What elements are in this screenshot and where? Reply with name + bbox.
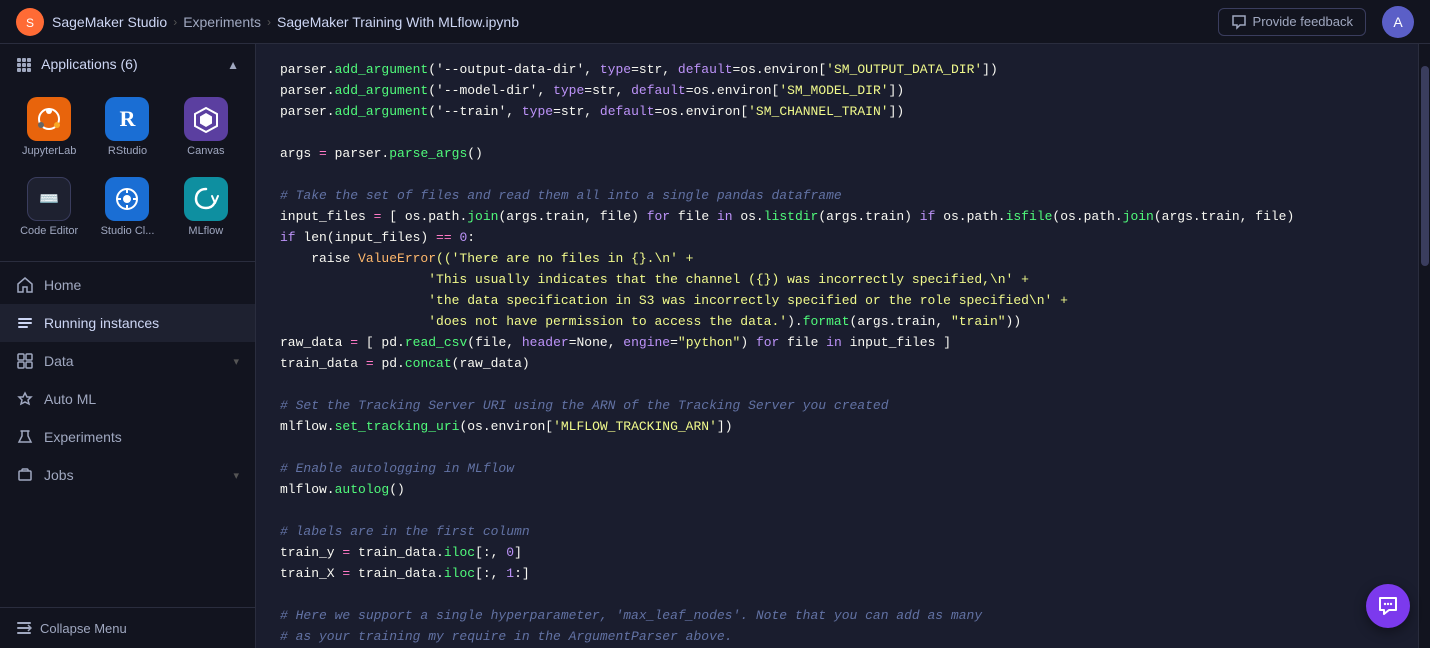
chat-bubble-button[interactable] [1366, 584, 1410, 628]
code-line: # Enable autologging in MLflow [280, 459, 1394, 480]
topbar-right: Provide feedback A [1218, 6, 1414, 38]
collapse-icon [16, 620, 32, 636]
collapse-menu-label: Collapse Menu [40, 621, 127, 636]
main-layout: Applications (6) ▲ JupyterLab R [0, 44, 1430, 648]
data-icon [16, 352, 34, 370]
user-avatar[interactable]: A [1382, 6, 1414, 38]
jobs-icon [16, 466, 34, 484]
running-instances-label: Running instances [44, 315, 159, 331]
rstudio-icon: R [105, 97, 149, 141]
sidebar-item-running-instances[interactable]: Running instances [0, 304, 255, 342]
sidebar-item-home[interactable]: Home [0, 266, 255, 304]
jobs-chevron-icon: ▾ [233, 469, 239, 482]
app-rstudio[interactable]: R RStudio [90, 89, 164, 165]
studio-cl-icon [105, 177, 149, 221]
breadcrumb-sep2: › [267, 15, 271, 29]
sidebar-item-data[interactable]: Data ▾ [0, 342, 255, 380]
apps-count-label: Applications (6) [41, 56, 138, 72]
code-line [280, 585, 1394, 606]
code-line [280, 375, 1394, 396]
app-code-editor[interactable]: ⌨️ Code Editor [12, 169, 86, 245]
apps-grid: JupyterLab R RStudio Canvas ⌨️ [0, 85, 255, 257]
code-line: train_y = train_data.iloc[:, 0] [280, 543, 1394, 564]
code-line: mlflow.set_tracking_uri(os.environ['MLFL… [280, 417, 1394, 438]
code-line: # Take the set of files and read them al… [280, 186, 1394, 207]
running-instances-icon [16, 314, 34, 332]
svg-text:S: S [26, 16, 34, 30]
code-line: raw_data = [ pd.read_csv(file, header=No… [280, 333, 1394, 354]
code-line: parser.add_argument('--output-data-dir',… [280, 60, 1394, 81]
code-editor-icon: ⌨️ [27, 177, 71, 221]
jobs-label: Jobs [44, 467, 74, 483]
sidebar-item-auto-ml[interactable]: Auto ML [0, 380, 255, 418]
code-line: # as your training my require in the Arg… [280, 627, 1394, 648]
code-line [280, 438, 1394, 459]
code-line: parser.add_argument('--train', type=str,… [280, 102, 1394, 123]
data-chevron-icon: ▾ [233, 355, 239, 368]
code-line [280, 165, 1394, 186]
apps-header: Applications (6) ▲ [0, 44, 255, 85]
topbar: S SageMaker Studio › Experiments › SageM… [0, 0, 1430, 44]
code-line: 'This usually indicates that the channel… [280, 270, 1394, 291]
breadcrumb-file[interactable]: SageMaker Training With MLflow.ipynb [277, 14, 519, 30]
code-line: if len(input_files) == 0: [280, 228, 1394, 249]
code-line: parser.add_argument('--model-dir', type=… [280, 81, 1394, 102]
code-line: input_files = [ os.path.join(args.train,… [280, 207, 1394, 228]
canvas-label: Canvas [187, 145, 224, 157]
sidebar-divider-1 [0, 261, 255, 262]
sagemaker-logo: S [16, 8, 44, 36]
mlflow-label: MLflow [188, 225, 223, 237]
auto-ml-label: Auto ML [44, 391, 96, 407]
code-line [280, 123, 1394, 144]
scrollbar-track[interactable] [1418, 44, 1430, 648]
code-line: # labels are in the first column [280, 522, 1394, 543]
code-line: mlflow.autolog() [280, 480, 1394, 501]
app-canvas[interactable]: Canvas [169, 89, 243, 165]
breadcrumb: SageMaker Studio › Experiments › SageMak… [52, 14, 519, 30]
experiments-icon [16, 428, 34, 446]
jupyterlab-icon [27, 97, 71, 141]
home-icon [16, 276, 34, 294]
sidebar: Applications (6) ▲ JupyterLab R [0, 44, 256, 648]
home-label: Home [44, 277, 81, 293]
code-editor-label: Code Editor [20, 225, 78, 237]
scrollbar-thumb[interactable] [1421, 66, 1429, 266]
auto-ml-icon [16, 390, 34, 408]
code-line [280, 501, 1394, 522]
rstudio-label: RStudio [108, 145, 147, 157]
sidebar-item-experiments[interactable]: Experiments [0, 418, 255, 456]
chat-icon [1377, 595, 1399, 617]
app-mlflow[interactable]: MLflow [169, 169, 243, 245]
sidebar-bottom: Collapse Menu [0, 607, 255, 648]
topbar-left: S SageMaker Studio › Experiments › SageM… [16, 8, 519, 36]
code-line: # Here we support a single hyperparamete… [280, 606, 1394, 627]
data-label: Data [44, 353, 74, 369]
feedback-button[interactable]: Provide feedback [1218, 8, 1366, 36]
code-line: train_X = train_data.iloc[:, 1:] [280, 564, 1394, 585]
apps-collapse-icon[interactable]: ▲ [227, 58, 239, 72]
jupyterlab-label: JupyterLab [22, 145, 76, 157]
experiments-label: Experiments [44, 429, 122, 445]
apps-title: Applications (6) [16, 56, 138, 73]
code-line: 'the data specification in S3 was incorr… [280, 291, 1394, 312]
feedback-label: Provide feedback [1253, 14, 1353, 29]
grid-icon [16, 57, 32, 73]
breadcrumb-experiments[interactable]: Experiments [183, 14, 261, 30]
collapse-menu-button[interactable]: Collapse Menu [16, 620, 239, 636]
mlflow-icon [184, 177, 228, 221]
canvas-icon [184, 97, 228, 141]
code-editor-area[interactable]: parser.add_argument('--output-data-dir',… [256, 44, 1418, 648]
code-line: raise ValueError(('There are no files in… [280, 249, 1394, 270]
code-line: train_data = pd.concat(raw_data) [280, 354, 1394, 375]
app-studio-cl[interactable]: Studio Cl... [90, 169, 164, 245]
feedback-icon [1231, 14, 1247, 30]
code-line: args = parser.parse_args() [280, 144, 1394, 165]
brand-name[interactable]: SageMaker Studio [52, 14, 167, 30]
breadcrumb-sep1: › [173, 15, 177, 29]
studio-cl-label: Studio Cl... [101, 225, 155, 237]
code-line: # Set the Tracking Server URI using the … [280, 396, 1394, 417]
sidebar-item-jobs[interactable]: Jobs ▾ [0, 456, 255, 494]
app-jupyterlab[interactable]: JupyterLab [12, 89, 86, 165]
code-line: 'does not have permission to access the … [280, 312, 1394, 333]
